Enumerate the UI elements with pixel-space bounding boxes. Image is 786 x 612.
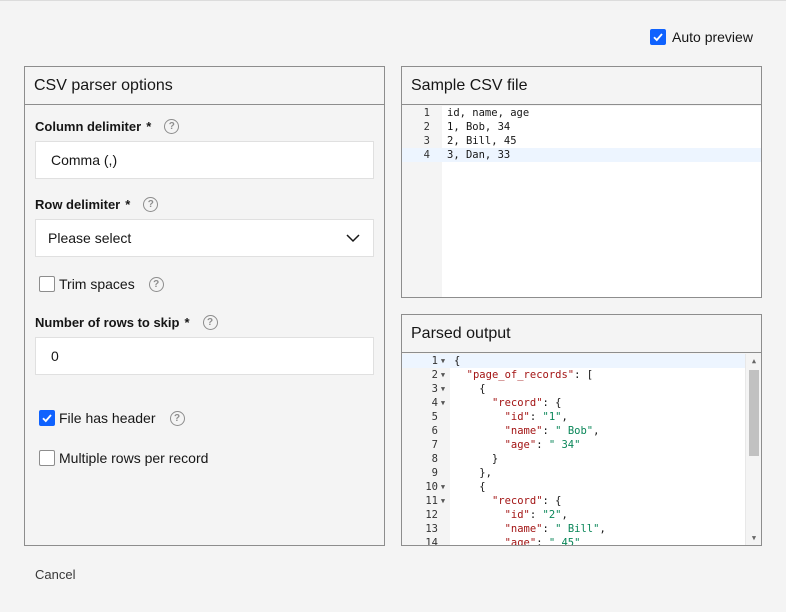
- auto-preview-toggle[interactable]: Auto preview: [650, 29, 753, 45]
- trim-spaces-option[interactable]: Trim spaces ?: [39, 276, 164, 292]
- code-line-active: 4 3, Dan, 33: [402, 148, 761, 162]
- checkmark-icon: [653, 33, 663, 42]
- help-icon[interactable]: ?: [143, 197, 159, 212]
- top-divider: [0, 0, 786, 1]
- code-text: "id": "1",: [504, 411, 568, 423]
- cancel-button[interactable]: Cancel: [35, 567, 75, 582]
- code-text: {: [454, 383, 486, 395]
- sample-csv-editor[interactable]: 1 id, name, age 2 1, Bob, 34 3 2, Bill, …: [402, 106, 761, 297]
- fold-arrow-icon[interactable]: ▼: [438, 497, 448, 505]
- code-line: 6 "name": " Bob",: [431, 425, 600, 437]
- code-text: "id": "2",: [504, 509, 568, 521]
- code-line: 5 "id": "1",: [431, 411, 568, 423]
- code-text: "page_of_records": [: [466, 369, 594, 381]
- rows-to-skip-input[interactable]: 0: [35, 337, 374, 375]
- auto-preview-checkbox[interactable]: [650, 29, 666, 45]
- csv-parser-options-panel: CSV parser options Column delimiter * ? C…: [24, 66, 385, 546]
- rows-to-skip-label: Number of rows to skip * ?: [35, 315, 218, 330]
- code-text: "age": " 34": [504, 439, 581, 451]
- code-line: 1 id, name, age: [423, 107, 530, 119]
- code-line: 9 },: [431, 467, 492, 479]
- code-line: 2 ▼ "page_of_records": [: [431, 369, 594, 381]
- parsed-output-panel: Parsed output 1 ▼{2 ▼ "page_of_records": […: [401, 314, 762, 546]
- row-delimiter-label: Row delimiter * ?: [35, 197, 159, 212]
- code-line: 3 ▼ {: [431, 383, 486, 395]
- scroll-down-icon[interactable]: ▼: [746, 531, 761, 545]
- code-text: "record": {: [491, 397, 562, 409]
- code-line: 14 "age": " 45": [402, 536, 745, 545]
- help-icon[interactable]: ?: [148, 276, 164, 292]
- file-has-header-option[interactable]: File has header ?: [39, 410, 185, 426]
- fold-arrow-icon[interactable]: ▼: [438, 399, 448, 407]
- code-line: 3 2, Bill, 45: [423, 135, 517, 147]
- code-line: 4 ▼ "record": {: [431, 397, 562, 409]
- code-line: 7 "age": " 34": [431, 439, 581, 451]
- code-text: "age": " 45": [504, 537, 581, 545]
- fold-arrow-icon[interactable]: ▼: [438, 371, 448, 379]
- code-line: 10 ▼ {: [425, 481, 486, 493]
- code-text: "record": {: [491, 495, 562, 507]
- column-delimiter-input[interactable]: Comma (,): [35, 141, 374, 179]
- code-line: 13 "name": " Bill",: [425, 523, 606, 535]
- code-text: "name": " Bob",: [504, 425, 600, 437]
- code-text: },: [454, 467, 492, 479]
- multiple-rows-checkbox[interactable]: [39, 450, 55, 466]
- scrollbar-thumb[interactable]: [749, 370, 759, 456]
- multiple-rows-option[interactable]: Multiple rows per record: [39, 450, 208, 466]
- checkmark-icon: [42, 414, 52, 423]
- column-delimiter-label: Column delimiter * ?: [35, 119, 180, 134]
- chevron-down-icon: [346, 234, 360, 243]
- code-text: {: [454, 355, 461, 367]
- trim-spaces-checkbox[interactable]: [39, 276, 55, 292]
- help-icon[interactable]: ?: [164, 119, 180, 134]
- options-panel-title: CSV parser options: [25, 67, 384, 105]
- code-line: 12 "id": "2",: [425, 509, 568, 521]
- code-line: 2 1, Bob, 34: [423, 121, 511, 133]
- vertical-scrollbar[interactable]: ▲ ▼: [745, 354, 761, 545]
- fold-arrow-icon[interactable]: ▼: [438, 357, 448, 365]
- parsed-output-editor[interactable]: 1 ▼{2 ▼ "page_of_records": [3 ▼ {4 ▼ "record…: [402, 354, 761, 545]
- sample-csv-panel: Sample CSV file 1 id, name, age 2 1, Bob…: [401, 66, 762, 298]
- help-icon[interactable]: ?: [202, 315, 218, 330]
- code-text: {: [454, 481, 486, 493]
- code-line: 1 ▼{: [402, 354, 745, 368]
- file-has-header-checkbox[interactable]: [39, 410, 55, 426]
- code-text: "name": " Bill",: [504, 523, 606, 535]
- fold-arrow-icon[interactable]: ▼: [438, 385, 448, 393]
- row-delimiter-select[interactable]: Please select: [35, 219, 374, 257]
- scroll-up-icon[interactable]: ▲: [746, 354, 761, 368]
- parsed-panel-title: Parsed output: [402, 315, 761, 353]
- sample-panel-title: Sample CSV file: [402, 67, 761, 105]
- code-text: }: [454, 453, 499, 465]
- help-icon[interactable]: ?: [169, 410, 185, 426]
- code-line: 8 }: [431, 453, 499, 465]
- code-line: 11 ▼ "record": {: [425, 495, 562, 507]
- auto-preview-label: Auto preview: [672, 29, 753, 45]
- fold-arrow-icon[interactable]: ▼: [438, 483, 448, 491]
